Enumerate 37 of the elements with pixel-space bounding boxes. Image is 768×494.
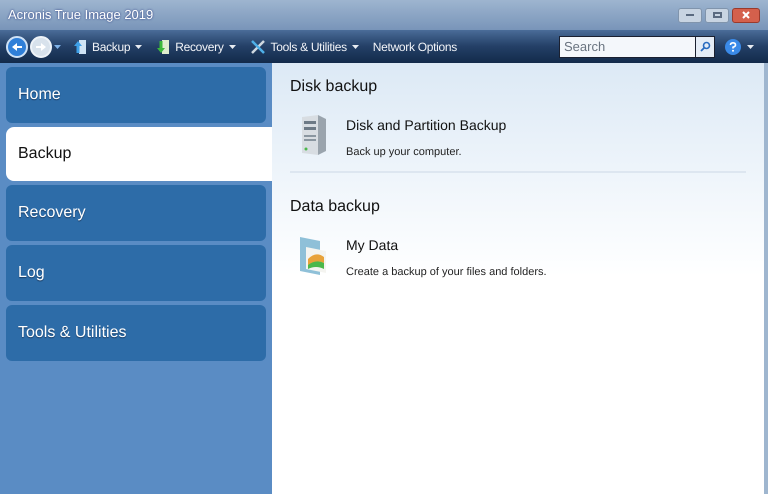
sidebar-item[interactable]: Tools & Utilities xyxy=(6,305,266,361)
item-description: Create a backup of your files and folders. xyxy=(346,264,547,280)
item-description: Back up your computer. xyxy=(346,145,463,160)
tools-icon xyxy=(250,38,266,54)
minimize-button[interactable] xyxy=(678,8,702,22)
left-arrow-icon xyxy=(11,42,23,52)
window-title: Acronis True Image 2019 xyxy=(8,6,154,24)
caret-icon xyxy=(228,44,236,48)
sidebar-item[interactable]: Log xyxy=(6,245,266,301)
toolbar-menu[interactable]: Backup xyxy=(73,38,142,56)
item-title[interactable]: My Data xyxy=(346,234,547,256)
forward-button[interactable] xyxy=(30,36,52,58)
maximize-button[interactable] xyxy=(705,8,729,22)
sidebar-item[interactable]: Backup xyxy=(6,127,272,181)
help-icon xyxy=(729,42,737,52)
search-icon xyxy=(700,41,710,52)
close-icon xyxy=(742,11,750,19)
caret-icon xyxy=(352,44,359,48)
sidebar-item[interactable]: Recovery xyxy=(6,185,266,241)
sidebar-item[interactable]: Home xyxy=(6,67,266,123)
download-arrow-icon xyxy=(156,38,170,54)
right-arrow-icon xyxy=(35,42,47,52)
toolbar-menu[interactable]: Recovery xyxy=(156,38,236,56)
search-button[interactable] xyxy=(695,36,715,58)
section-heading: Data backup xyxy=(290,196,381,216)
search-field[interactable]: Search xyxy=(559,36,695,58)
help-button[interactable] xyxy=(725,38,741,54)
caret-icon xyxy=(135,44,142,48)
close-button[interactable] xyxy=(732,8,760,22)
section-heading: Disk backup xyxy=(290,77,378,97)
back-button[interactable] xyxy=(6,36,28,58)
caret-icon xyxy=(747,44,754,48)
caret-icon xyxy=(54,44,61,48)
upload-arrow-icon xyxy=(73,38,87,54)
toolbar-menu[interactable]: Network Options xyxy=(372,38,457,56)
item-title[interactable]: Disk and Partition Backup xyxy=(346,115,506,136)
toolbar-menu[interactable]: Tools & Utilities xyxy=(250,38,359,56)
